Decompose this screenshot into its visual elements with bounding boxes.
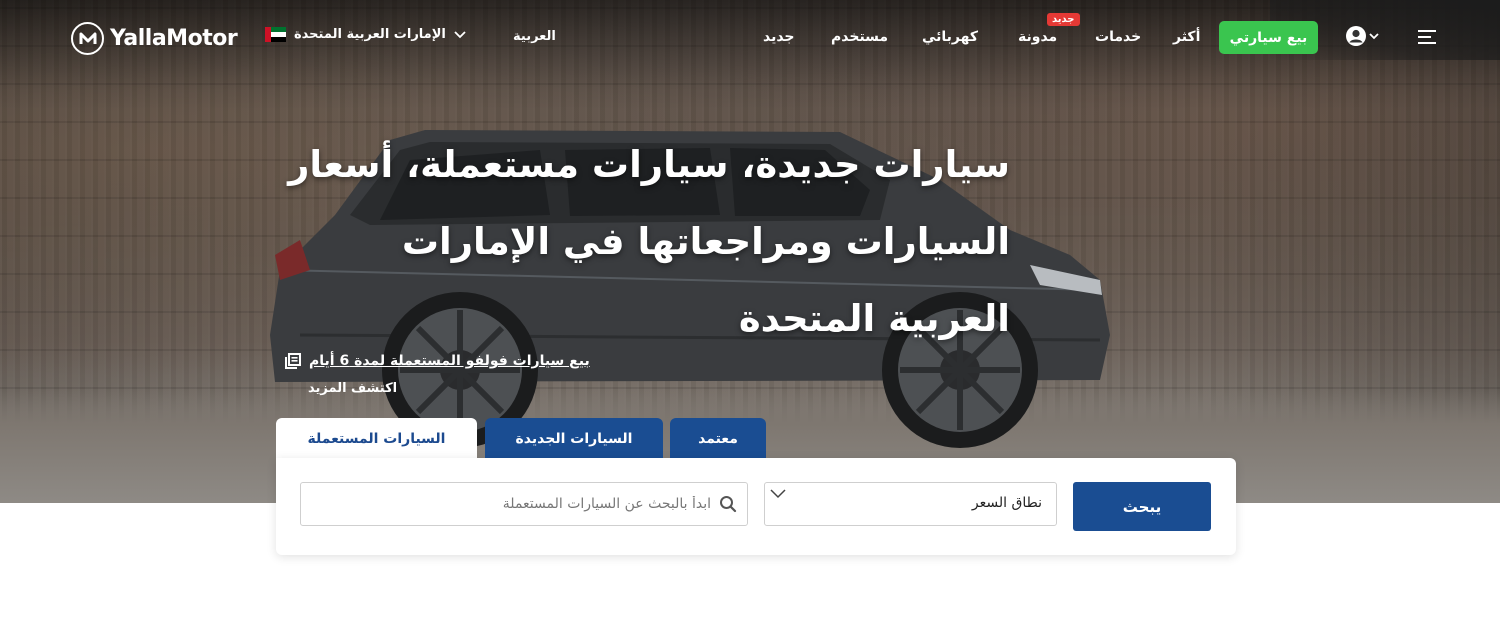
- language-switch[interactable]: العربية: [513, 29, 556, 44]
- tab-certified[interactable]: معتمد: [670, 418, 766, 459]
- promo-banner[interactable]: بيع سيارات فولفو المستعملة لمدة 6 أيام: [285, 353, 590, 369]
- chevron-down-icon: [454, 30, 466, 38]
- nav-item-blog[interactable]: مدونة: [1018, 29, 1057, 45]
- account-menu[interactable]: [1345, 25, 1379, 47]
- promo-link[interactable]: بيع سيارات فولفو المستعملة لمدة 6 أيام: [309, 353, 590, 369]
- country-selector[interactable]: الإمارات العربية المتحدة: [265, 27, 466, 42]
- uae-flag-icon: [265, 27, 286, 42]
- chevron-down-icon: [770, 489, 786, 499]
- hamburger-menu-icon[interactable]: [1416, 28, 1438, 46]
- search-input[interactable]: [311, 483, 711, 525]
- sell-my-car-button[interactable]: بيع سيارتي: [1219, 21, 1318, 54]
- nav-item-new[interactable]: جديد: [763, 29, 795, 45]
- search-icon: [720, 496, 737, 513]
- tab-new-cars[interactable]: السيارات الجديدة: [485, 418, 663, 459]
- search-field[interactable]: [300, 482, 748, 526]
- logo-mark-icon: [71, 22, 104, 55]
- nav-item-more[interactable]: أكثر: [1173, 29, 1200, 45]
- user-icon: [1346, 26, 1366, 46]
- nav-item-used[interactable]: مستخدم: [831, 29, 888, 45]
- discover-more-link[interactable]: اكتشف المزيد: [308, 381, 397, 396]
- chevron-down-icon: [1369, 32, 1379, 39]
- price-range-label: نطاق السعر: [971, 495, 1042, 511]
- search-button[interactable]: يبحث: [1073, 482, 1211, 531]
- price-range-select[interactable]: نطاق السعر: [764, 482, 1057, 526]
- new-badge: جديد: [1047, 13, 1080, 26]
- search-panel: نطاق السعر يبحث: [276, 458, 1236, 555]
- brand-name: YallaMotor: [110, 26, 238, 51]
- hero-headline: سيارات جديدة، سيارات مستعملة، أسعار السي…: [288, 143, 1010, 340]
- country-label: الإمارات العربية المتحدة: [294, 27, 446, 42]
- nav-item-services[interactable]: خدمات: [1095, 29, 1141, 45]
- document-icon: [285, 353, 301, 369]
- nav-item-electric[interactable]: كهربائي: [922, 29, 978, 45]
- tab-used-cars[interactable]: السيارات المستعملة: [276, 418, 477, 459]
- site-header: YallaMotor الإمارات العربية المتحدة العر…: [0, 0, 1500, 76]
- brand-logo[interactable]: YallaMotor: [71, 22, 238, 55]
